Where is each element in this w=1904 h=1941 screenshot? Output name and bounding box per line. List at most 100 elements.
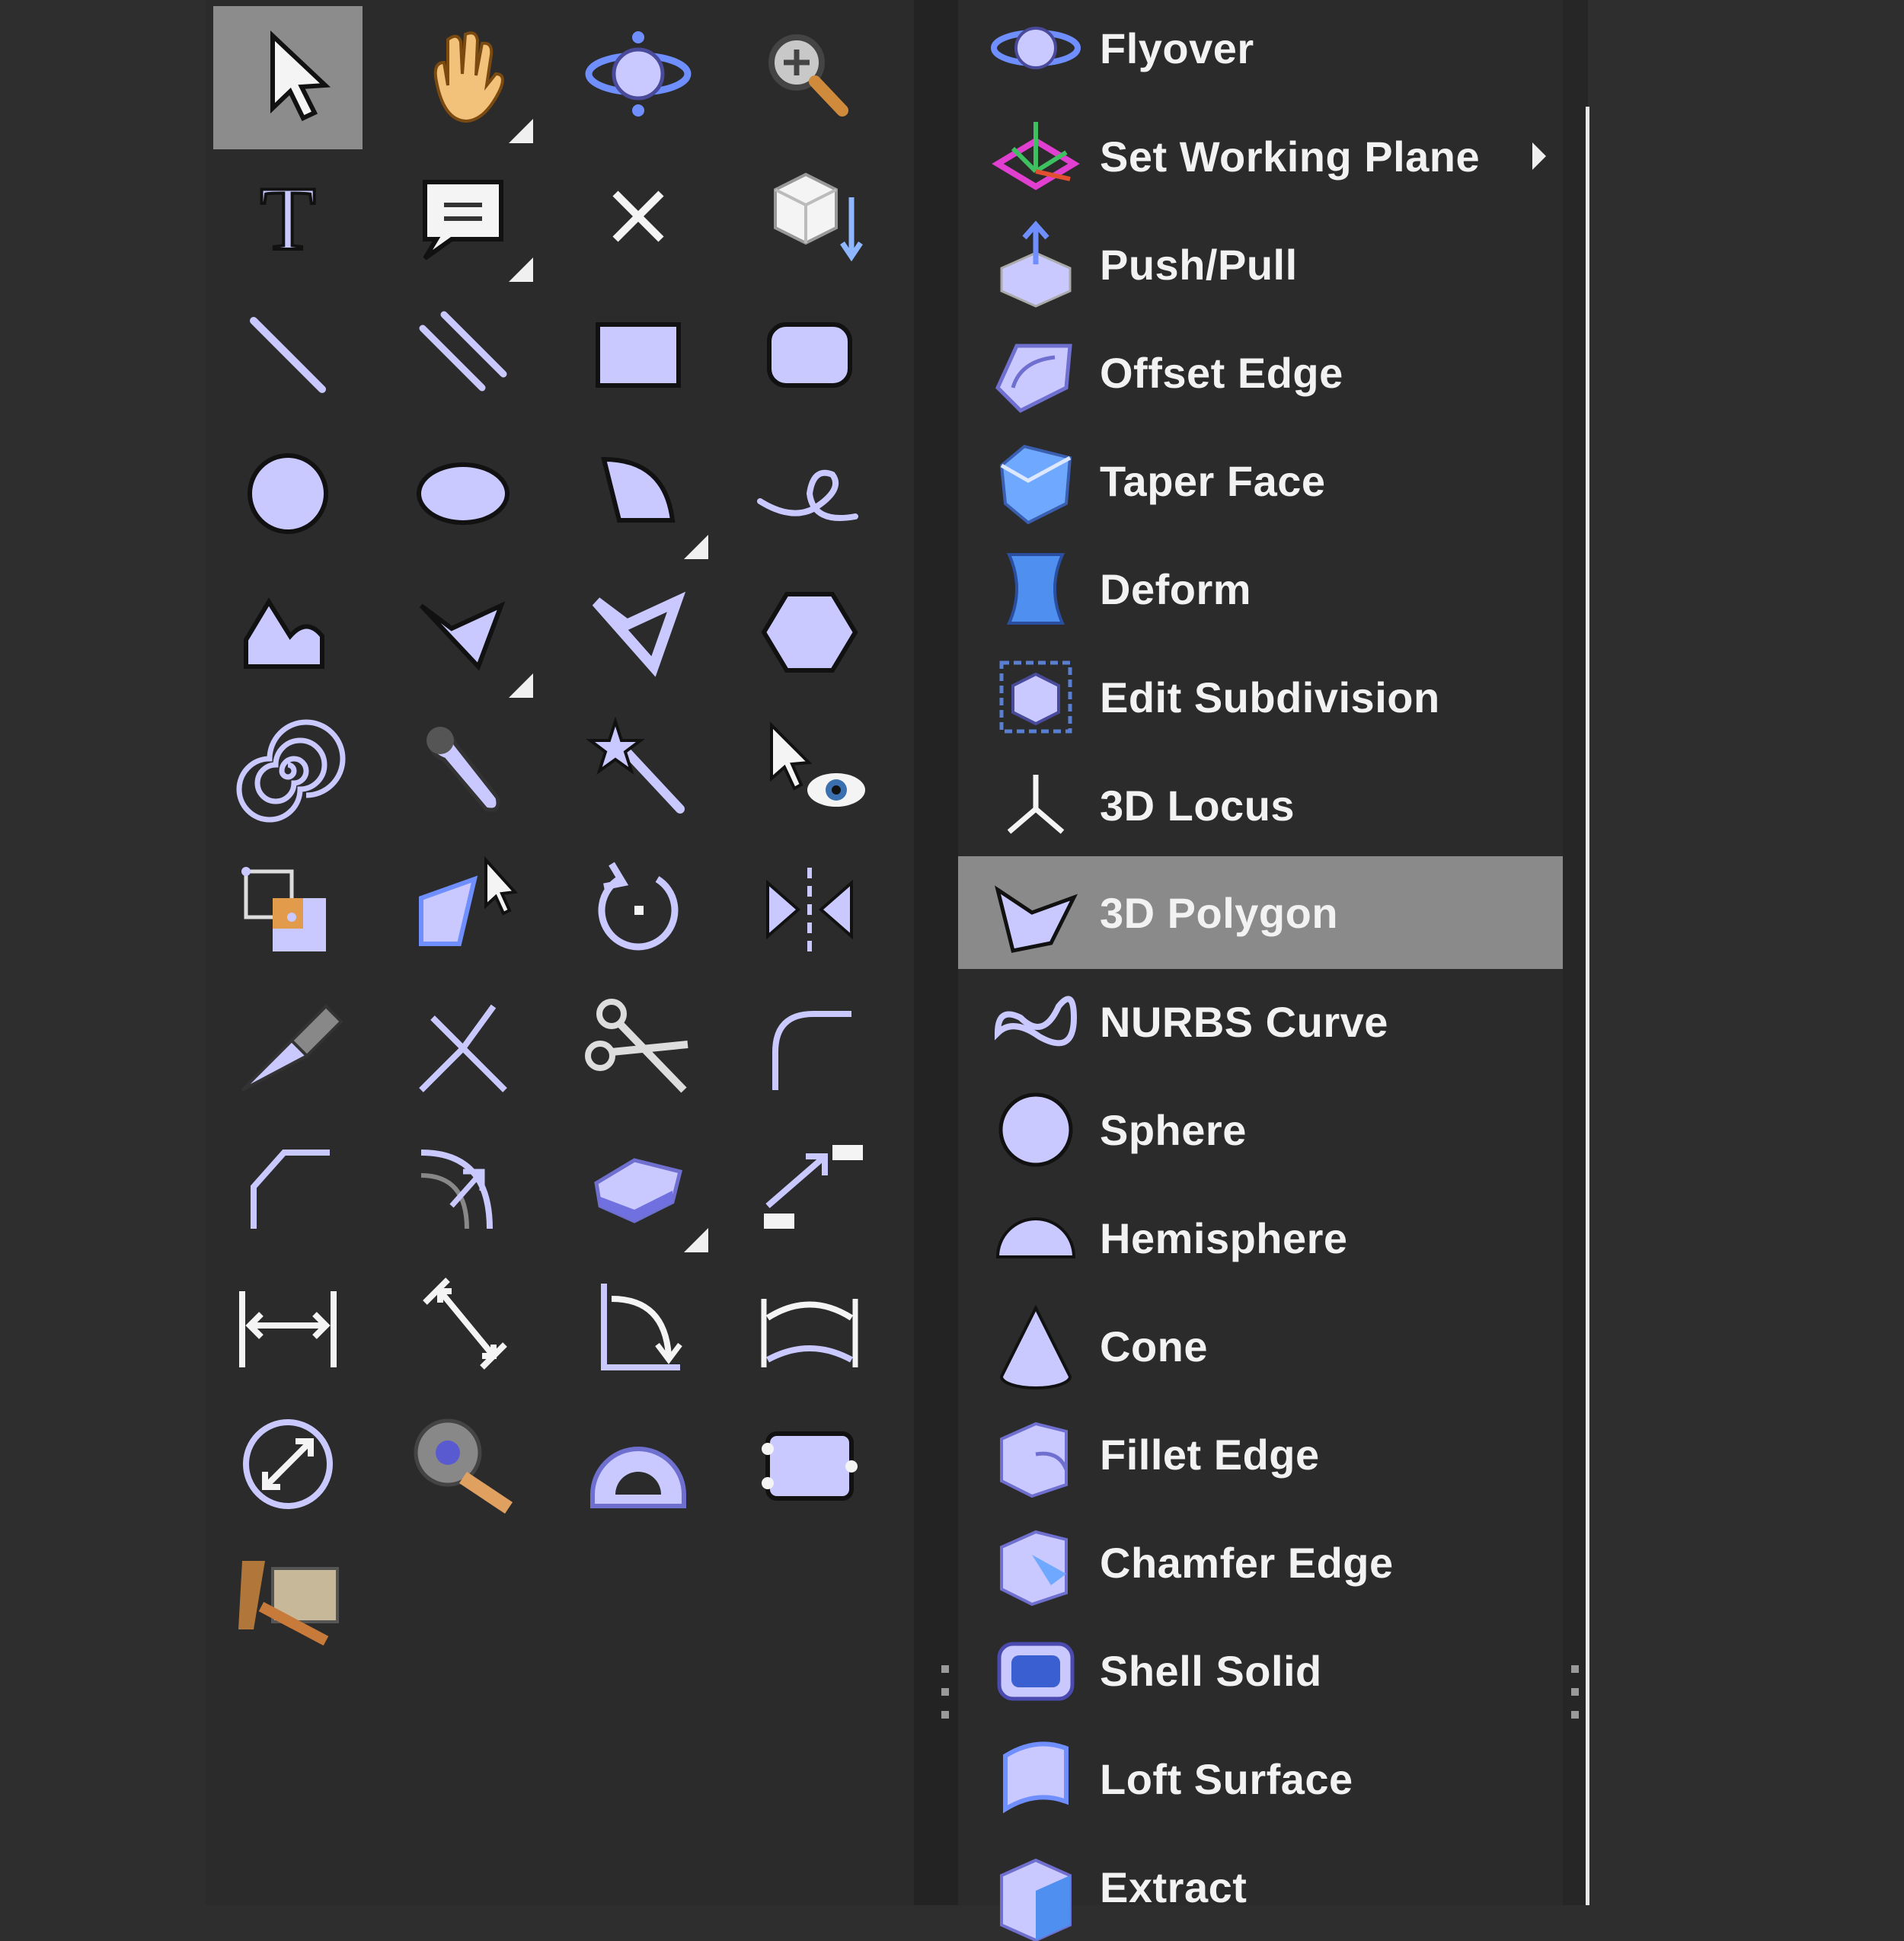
tool-button-polygon[interactable] — [388, 561, 538, 704]
tool-button-angular-dimension[interactable] — [388, 1254, 538, 1397]
tool-button-chamfer[interactable] — [213, 1115, 363, 1258]
menu-item-loft-surface[interactable]: Loft Surface — [958, 1725, 1563, 1833]
rounded-rectangle-icon — [767, 322, 852, 388]
menu-item-label: Offset Edge — [1100, 348, 1343, 397]
hemisphere-icon — [995, 1217, 1076, 1258]
menu-item-label: Set Working Plane — [1100, 132, 1481, 181]
tool-button-oval[interactable] — [388, 422, 538, 565]
data-tag-icon — [762, 1431, 858, 1501]
menu-item-sphere[interactable]: Sphere — [958, 1076, 1563, 1184]
menu-item-taper-face[interactable]: Taper Face — [958, 427, 1563, 535]
menu-item-chamfer-edge[interactable]: Chamfer Edge — [958, 1508, 1563, 1616]
tool-button-magic-wand[interactable] — [564, 699, 713, 843]
tool-button-tape-measure[interactable] — [388, 1393, 538, 1536]
tool-button-callout[interactable] — [388, 145, 538, 288]
tool-button-rotate[interactable] — [564, 838, 713, 981]
double-line-icon — [419, 311, 507, 392]
tool-button-split-knife[interactable] — [213, 977, 363, 1120]
tool-button-locus-x[interactable] — [564, 145, 713, 288]
tool-button-visibility-eye[interactable] — [735, 699, 884, 843]
menu-item-push-pull[interactable]: Push/Pull — [958, 210, 1563, 318]
tool-button-zoom-magnifier[interactable] — [735, 6, 884, 149]
resize-grip-left[interactable] — [941, 1665, 949, 1719]
tool-button-flyover-orbit[interactable] — [564, 6, 713, 149]
tool-button-pan-hand[interactable] — [388, 6, 538, 149]
menu-item-flyover[interactable]: Flyover — [958, 0, 1563, 102]
submenu-indicator-icon — [509, 257, 533, 282]
tool-button-diameter[interactable] — [213, 1393, 363, 1536]
menu-item-set-working-plane[interactable]: Set Working Plane — [958, 102, 1563, 210]
menu-item-3d-locus[interactable]: 3D Locus — [958, 751, 1563, 859]
menu-icon-wrapper — [982, 210, 1089, 318]
tool-button-arc-dimension[interactable] — [735, 1254, 884, 1397]
flyover-orbit-icon — [585, 31, 692, 117]
menu-item-extract[interactable]: Extract — [958, 1833, 1563, 1941]
tool-button-rectangle[interactable] — [564, 283, 713, 427]
menu-item-label: Deform — [1100, 564, 1252, 613]
tool-button-double-line[interactable] — [388, 283, 538, 427]
menu-item-deform[interactable]: Deform — [958, 535, 1563, 643]
tool-button-line-tool[interactable] — [213, 283, 363, 427]
tool-button-freehand[interactable] — [735, 422, 884, 565]
tool-button-protractor[interactable] — [564, 1393, 713, 1536]
tool-button-eyedropper[interactable] — [388, 699, 538, 843]
tool-button-offset[interactable] — [388, 1115, 538, 1258]
tool-button-arc[interactable] — [564, 422, 713, 565]
menu-item-offset-edge[interactable]: Offset Edge — [958, 318, 1563, 427]
arc-icon — [601, 456, 676, 523]
tool-button-mirror[interactable] — [735, 838, 884, 981]
tool-button-connect-combine[interactable] — [388, 977, 538, 1120]
tool-button-selection[interactable] — [388, 838, 538, 981]
menu-item-3d-polygon[interactable]: 3D Polygon — [958, 856, 1563, 969]
tool-button-wood-tools[interactable] — [213, 1531, 363, 1674]
tool-button-arc-length[interactable] — [564, 1254, 713, 1397]
menu-item-hemisphere[interactable]: Hemisphere — [958, 1184, 1563, 1292]
menu-item-label: Shell Solid — [1100, 1646, 1322, 1695]
menu-item-cone[interactable]: Cone — [958, 1292, 1563, 1400]
flyover-icon — [991, 27, 1081, 69]
menu-item-label: 3D Locus — [1100, 781, 1295, 830]
tool-button-arrow-pointer[interactable] — [213, 6, 363, 149]
menu-item-edit-subdivision[interactable]: Edit Subdivision — [958, 643, 1563, 751]
menu-icon-wrapper — [982, 535, 1089, 643]
menu-item-label: Taper Face — [1100, 456, 1326, 505]
tool-button-hexagon[interactable] — [735, 561, 884, 704]
dimension-icon — [239, 1291, 337, 1367]
zoom-magnifier-icon — [768, 34, 848, 117]
menu-item-label: Cone — [1100, 1322, 1208, 1370]
tool-button-fillet[interactable] — [735, 977, 884, 1120]
tool-button-text-tool[interactable]: T — [213, 145, 363, 288]
offset-edge-icon — [995, 344, 1072, 414]
menu-item-shell-solid[interactable]: Shell Solid — [958, 1616, 1563, 1725]
tool-button-spiral[interactable] — [213, 699, 363, 843]
menu-scrollbar[interactable] — [1586, 107, 1589, 1905]
tool-button-polyline[interactable] — [213, 561, 363, 704]
sphere-icon — [998, 1092, 1073, 1167]
tool-button-rounded-rectangle[interactable] — [735, 283, 884, 427]
edit-subdivision-icon — [999, 660, 1072, 734]
tool-button-double-polygon[interactable] — [564, 561, 713, 704]
menu-icon-wrapper — [982, 1508, 1089, 1616]
tool-button-move-by-points[interactable] — [735, 1115, 884, 1258]
tool-button-reshape[interactable] — [213, 838, 363, 981]
resize-grip-right[interactable] — [1571, 1665, 1579, 1719]
fillet-icon — [772, 1011, 851, 1090]
chamfer-edge-icon — [1000, 1530, 1068, 1607]
tool-button-dimension[interactable] — [213, 1254, 363, 1397]
tool-button-working-plane-cube[interactable] — [735, 145, 884, 288]
tool-button-trim-scissors[interactable] — [564, 977, 713, 1120]
oval-icon — [417, 462, 510, 525]
tape-measure-icon — [414, 1418, 513, 1514]
menu-gutter — [1563, 0, 1588, 1905]
tool-button-circle[interactable] — [213, 422, 363, 565]
menu-icon-wrapper — [982, 0, 1089, 102]
tool-button-eraser[interactable] — [564, 1115, 713, 1258]
locus-x-icon — [612, 190, 664, 242]
trim-scissors-icon — [585, 999, 688, 1093]
menu-item-nurbs-curve[interactable]: NURBS Curve — [958, 967, 1563, 1076]
callout-icon — [423, 180, 503, 261]
spiral-icon — [236, 719, 346, 823]
tool-button-data-tag[interactable] — [735, 1393, 884, 1536]
menu-icon-wrapper — [982, 859, 1089, 967]
menu-item-fillet-edge[interactable]: Fillet Edge — [958, 1400, 1563, 1508]
